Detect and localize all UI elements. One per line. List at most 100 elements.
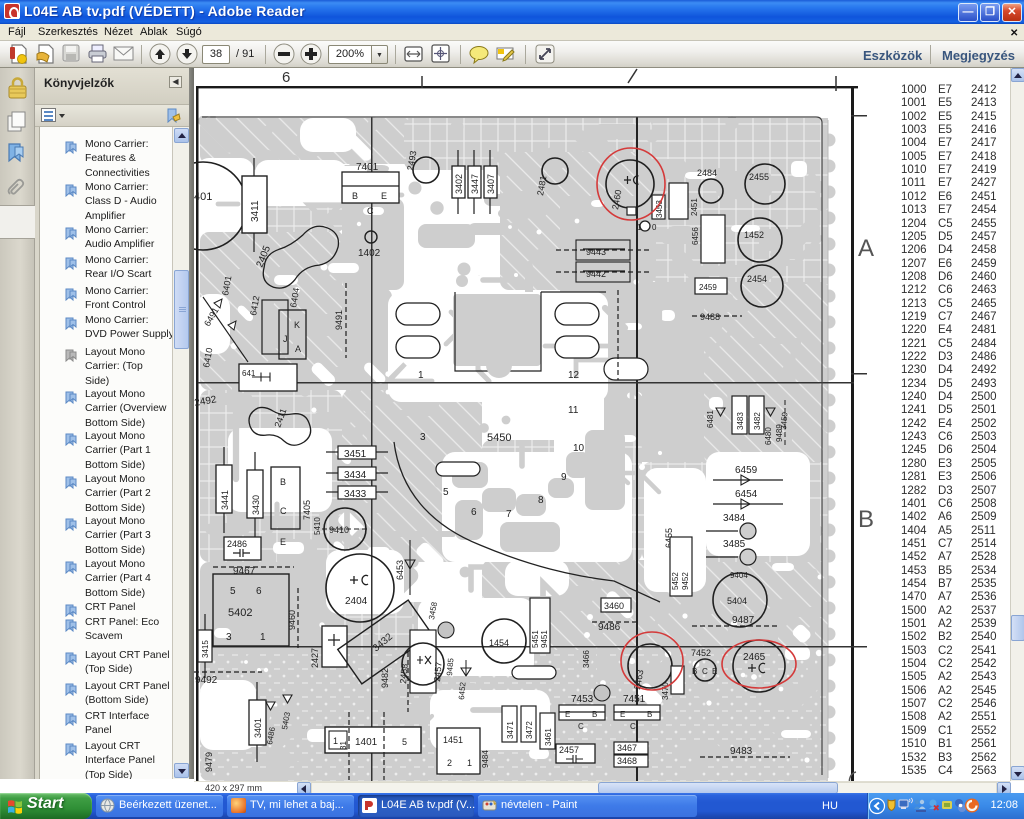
svg-text:6: 6 [256,586,262,597]
svg-text:3484: 3484 [723,513,746,524]
svg-text:6452: 6452 [457,681,468,700]
svg-text:C: C [280,506,287,516]
svg-text:J: J [283,334,288,344]
svg-text:9486: 9486 [598,622,621,633]
svg-text:B: B [352,191,358,201]
svg-text:9451: 9451 [540,630,549,648]
svg-text:3467: 3467 [617,743,637,753]
svg-text:C: C [630,722,636,731]
svg-text:3411: 3411 [250,200,261,222]
svg-text:B: B [647,710,652,719]
svg-text:1401: 1401 [355,737,378,748]
svg-text:0: 0 [652,223,657,232]
svg-text:2457: 2457 [559,745,579,755]
svg-text:2457: 2457 [432,661,444,682]
svg-text:9487: 9487 [732,615,755,626]
svg-text:641: 641 [242,369,256,378]
svg-text:3401: 3401 [253,718,263,738]
svg-text:E: E [381,191,387,201]
svg-text:2486: 2486 [227,539,247,549]
svg-text:6481: 6481 [706,410,715,428]
svg-text:9484: 9484 [481,750,490,768]
svg-text:3466: 3466 [582,650,591,668]
svg-text:3402: 3402 [454,174,464,194]
svg-text:5: 5 [230,586,236,597]
svg-text:E: E [280,537,286,547]
svg-text:2458: 2458 [398,663,410,684]
svg-text:3468: 3468 [617,756,637,766]
svg-text:3485: 3485 [723,539,746,550]
svg-text:3461: 3461 [544,728,553,746]
svg-text:1451: 1451 [443,735,463,745]
svg-text:3482: 3482 [753,412,762,430]
svg-text:6459: 6459 [735,465,758,476]
svg-text:9492: 9492 [195,675,218,686]
svg-text:2404: 2404 [345,596,368,607]
svg-text:6454: 6454 [735,489,758,500]
svg-text:7451: 7451 [623,694,646,705]
svg-text:5: 5 [402,737,407,747]
svg-text:31: 31 [339,741,348,750]
svg-text:5: 5 [443,487,449,498]
svg-text:9485: 9485 [445,657,456,676]
svg-text:1: 1 [637,223,642,232]
svg-text:5410: 5410 [313,517,322,535]
svg-text:7401: 7401 [356,162,379,173]
svg-text:B: B [858,506,874,533]
svg-text:3407: 3407 [486,174,496,194]
svg-text:E: E [712,667,717,676]
svg-text:7: 7 [506,509,512,520]
svg-text:B: B [692,667,697,676]
svg-text:401: 401 [194,191,212,203]
svg-text:A: A [295,344,301,354]
svg-text:7405: 7405 [302,500,312,520]
svg-text:3434: 3434 [344,470,367,481]
svg-text:5451: 5451 [531,630,540,648]
svg-text:7452: 7452 [691,648,711,658]
svg-text:A: A [858,235,874,262]
svg-text:3460: 3460 [604,601,624,611]
svg-text:E: E [565,710,570,719]
svg-text:9467: 9467 [233,566,256,577]
svg-text:1: 1 [260,632,266,643]
svg-text:6456: 6456 [691,227,700,245]
svg-text:3447: 3447 [470,174,480,194]
svg-text:1: 1 [333,736,338,746]
svg-text:9479: 9479 [204,752,214,772]
svg-text:2427: 2427 [310,648,320,668]
svg-text:3415: 3415 [201,640,210,658]
svg-text:1452: 1452 [744,230,764,240]
svg-text:C: C [702,667,708,676]
svg-text:6: 6 [471,507,477,518]
svg-text:3472: 3472 [525,721,534,739]
svg-text:3470: 3470 [661,682,670,700]
svg-text:12: 12 [568,370,580,381]
svg-text:1454: 1454 [489,638,509,648]
svg-text:3483: 3483 [736,412,745,430]
svg-text:5452: 5452 [671,572,680,590]
svg-text:2484: 2484 [697,168,717,178]
svg-text:1402: 1402 [358,248,381,259]
svg-text:C: C [367,206,374,216]
svg-text:5450: 5450 [487,432,511,444]
svg-text:B: B [280,477,286,487]
svg-text:9410: 9410 [329,525,349,535]
svg-text:6: 6 [282,69,290,86]
svg-text:K: K [294,320,300,330]
svg-text:6453: 6453 [395,560,405,580]
svg-text:10: 10 [573,443,585,454]
svg-text:9483: 9483 [730,746,753,757]
svg-text:2459: 2459 [699,283,717,292]
svg-text:3451: 3451 [344,449,367,460]
svg-text:1: 1 [418,370,424,381]
svg-text:9: 9 [561,472,567,483]
svg-text:2454: 2454 [747,274,767,284]
svg-text:3: 3 [226,632,232,643]
svg-text:3433: 3433 [344,489,367,500]
svg-text:11: 11 [568,405,579,416]
svg-text:9482: 9482 [380,668,390,688]
svg-text:9452: 9452 [681,572,690,590]
svg-text:9404: 9404 [730,571,748,580]
svg-text:9491: 9491 [334,310,344,330]
svg-text:2451: 2451 [690,198,699,216]
